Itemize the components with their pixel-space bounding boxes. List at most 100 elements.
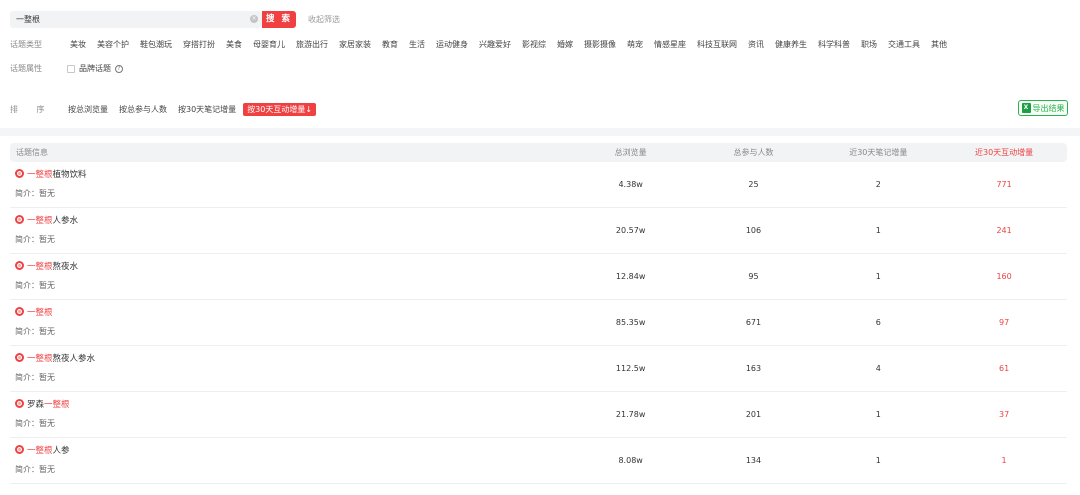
help-icon[interactable]: ? [115, 64, 123, 73]
topic-title[interactable]: 一整根 熬夜水 [15, 260, 78, 272]
category-item[interactable]: 母婴育儿 [253, 39, 285, 50]
category-item[interactable]: 婚嫁 [557, 39, 573, 50]
views-cell: 8.08w [618, 456, 643, 465]
category-item[interactable]: 科学科普 [818, 39, 850, 50]
topic-title-suffix: 人参水 [52, 215, 79, 226]
header-notes-30d[interactable]: 近30天笔记增量 [815, 147, 941, 158]
table-row[interactable]: 一整根 熬夜人参水 简介：暂无 112.5w 163 4 61 [10, 346, 1067, 392]
topic-title[interactable]: 一整根 植物饮料 [15, 168, 87, 180]
desc-value: 暂无 [39, 464, 55, 474]
topic-title-prefix: 罗森 [27, 399, 45, 410]
participants-cell: 25 [748, 180, 759, 189]
desc-value: 暂无 [39, 234, 55, 244]
topic-description: 简介：暂无 [15, 234, 55, 245]
table-row[interactable]: 一整根 植物饮料 简介：暂无 4.38w 25 2 771 [10, 162, 1067, 208]
sort-label: 排 序 [10, 105, 53, 114]
interactions-30d-cell: 97 [999, 318, 1010, 327]
category-item[interactable]: 兴趣爱好 [479, 39, 511, 50]
topic-icon [15, 307, 24, 316]
search-input[interactable]: 一整根 × [10, 10, 262, 28]
category-item[interactable]: 其他 [931, 39, 947, 50]
topic-icon [15, 261, 24, 270]
category-item[interactable]: 交通工具 [888, 39, 920, 50]
desc-label: 简介： [15, 418, 39, 428]
category-item[interactable]: 影视综 [522, 39, 546, 50]
collapse-filter-link[interactable]: 收起筛选 [308, 14, 340, 25]
export-button[interactable]: X 导出结果 [1018, 100, 1068, 116]
views-cell: 20.57w [615, 226, 646, 235]
category-item[interactable]: 穿搭打扮 [183, 39, 215, 50]
category-list: 美妆 美容个护 鞋包潮玩 穿搭打扮 美食 母婴育儿 旅游出行 家居家装 教育 生… [70, 39, 947, 50]
notes-30d-cell: 1 [875, 456, 881, 465]
category-item[interactable]: 职场 [861, 39, 877, 50]
topic-description: 简介：暂无 [15, 188, 55, 199]
category-item[interactable]: 资讯 [748, 39, 764, 50]
topic-title-keyword: 一整根 [27, 445, 53, 456]
views-cell: 21.78w [615, 410, 646, 419]
filter-panel: 一整根 × 搜 索 收起筛选 话题类型 美妆 美容个护 鞋包潮玩 穿搭打扮 美食… [0, 0, 1080, 128]
category-item[interactable]: 美食 [226, 39, 242, 50]
desc-label: 简介： [15, 372, 39, 382]
header-views[interactable]: 总浏览量 [570, 147, 692, 158]
interactions-30d-cell: 1 [1001, 456, 1007, 465]
category-item[interactable]: 萌宠 [627, 39, 643, 50]
topic-icon [15, 353, 24, 362]
header-interactions-30d[interactable]: 近30天互动增量 [941, 147, 1067, 158]
desc-label: 简介： [15, 326, 39, 336]
interactions-30d-cell: 241 [996, 226, 1012, 235]
topic-info-cell: 一整根 人参水 简介：暂无 [10, 208, 570, 254]
category-item[interactable]: 情感星座 [654, 39, 686, 50]
brand-topic-filter[interactable]: 品牌话题 ? [67, 63, 123, 74]
topic-title[interactable]: 一整根 人参 [15, 444, 70, 456]
topic-title[interactable]: 罗森 一整根 [15, 398, 70, 410]
topic-info-cell: 一整根 植物饮料 简介：暂无 [10, 162, 570, 208]
table-row[interactable]: 罗森 一整根 简介：暂无 21.78w 201 1 37 [10, 392, 1067, 438]
header-participants[interactable]: 总参与人数 [692, 147, 816, 158]
category-item[interactable]: 科技互联网 [697, 39, 737, 50]
topic-icon [15, 215, 24, 224]
topic-title[interactable]: 一整根 [15, 306, 53, 318]
topic-title-keyword: 一整根 [27, 353, 53, 364]
topic-description: 简介：暂无 [15, 372, 55, 383]
topic-title[interactable]: 一整根 人参水 [15, 214, 78, 226]
sort-by-interactions-30d[interactable]: 按30天互动增量↓ [243, 103, 317, 116]
table-row[interactable]: 一整根 熬夜水 简介：暂无 12.84w 95 1 160 [10, 254, 1067, 300]
table-row[interactable]: 一整根 简介：暂无 85.35w 671 6 97 [10, 300, 1067, 346]
category-item[interactable]: 美妆 [70, 39, 86, 50]
topic-description: 简介：暂无 [15, 280, 55, 291]
category-item[interactable]: 健康养生 [775, 39, 807, 50]
excel-icon: X [1021, 103, 1031, 113]
topic-title[interactable]: 一整根 熬夜人参水 [15, 352, 95, 364]
brand-topic-checkbox[interactable] [67, 64, 75, 73]
topic-icon [15, 445, 24, 454]
sort-active-label: 按30天互动增量 [247, 105, 306, 114]
table-row[interactable]: 一整根 人参水 简介：暂无 20.57w 106 1 241 [10, 208, 1067, 254]
category-item[interactable]: 摄影摄像 [584, 39, 616, 50]
topic-title-suffix: 熬夜人参水 [52, 353, 96, 364]
export-label: 导出结果 [1032, 103, 1065, 113]
category-item[interactable]: 生活 [409, 39, 425, 50]
interactions-30d-cell: 771 [996, 180, 1012, 189]
interactions-30d-cell: 37 [999, 410, 1010, 419]
table-row[interactable]: 一整根 人参 简介：暂无 8.08w 134 1 1 [10, 438, 1067, 484]
topic-title-keyword: 一整根 [27, 215, 53, 226]
category-item[interactable]: 运动健身 [436, 39, 468, 50]
clear-icon[interactable]: × [250, 14, 258, 23]
category-item[interactable]: 鞋包潮玩 [140, 39, 172, 50]
category-item[interactable]: 家居家装 [339, 39, 371, 50]
topic-title-keyword: 一整根 [27, 307, 53, 318]
category-item[interactable]: 教育 [382, 39, 398, 50]
sort-by-participants[interactable]: 按总参与人数 [119, 104, 167, 115]
attribute-label: 话题属性 [10, 64, 42, 73]
notes-30d-cell: 1 [875, 272, 881, 281]
category-item[interactable]: 旅游出行 [296, 39, 328, 50]
topic-info-cell: 一整根 熬夜水 简介：暂无 [10, 254, 570, 300]
topic-icon [15, 169, 24, 178]
desc-value: 暂无 [39, 372, 55, 382]
sort-by-notes-30d[interactable]: 按30天笔记增量 [178, 104, 236, 115]
sort-by-views[interactable]: 按总浏览量 [68, 104, 108, 115]
category-item[interactable]: 美容个护 [97, 39, 129, 50]
topic-table: 话题信息 总浏览量 总参与人数 近30天笔记增量 近30天互动增量 一整根 植物饮… [10, 143, 1067, 484]
desc-label: 简介： [15, 188, 39, 198]
search-button[interactable]: 搜 索 [262, 10, 296, 28]
